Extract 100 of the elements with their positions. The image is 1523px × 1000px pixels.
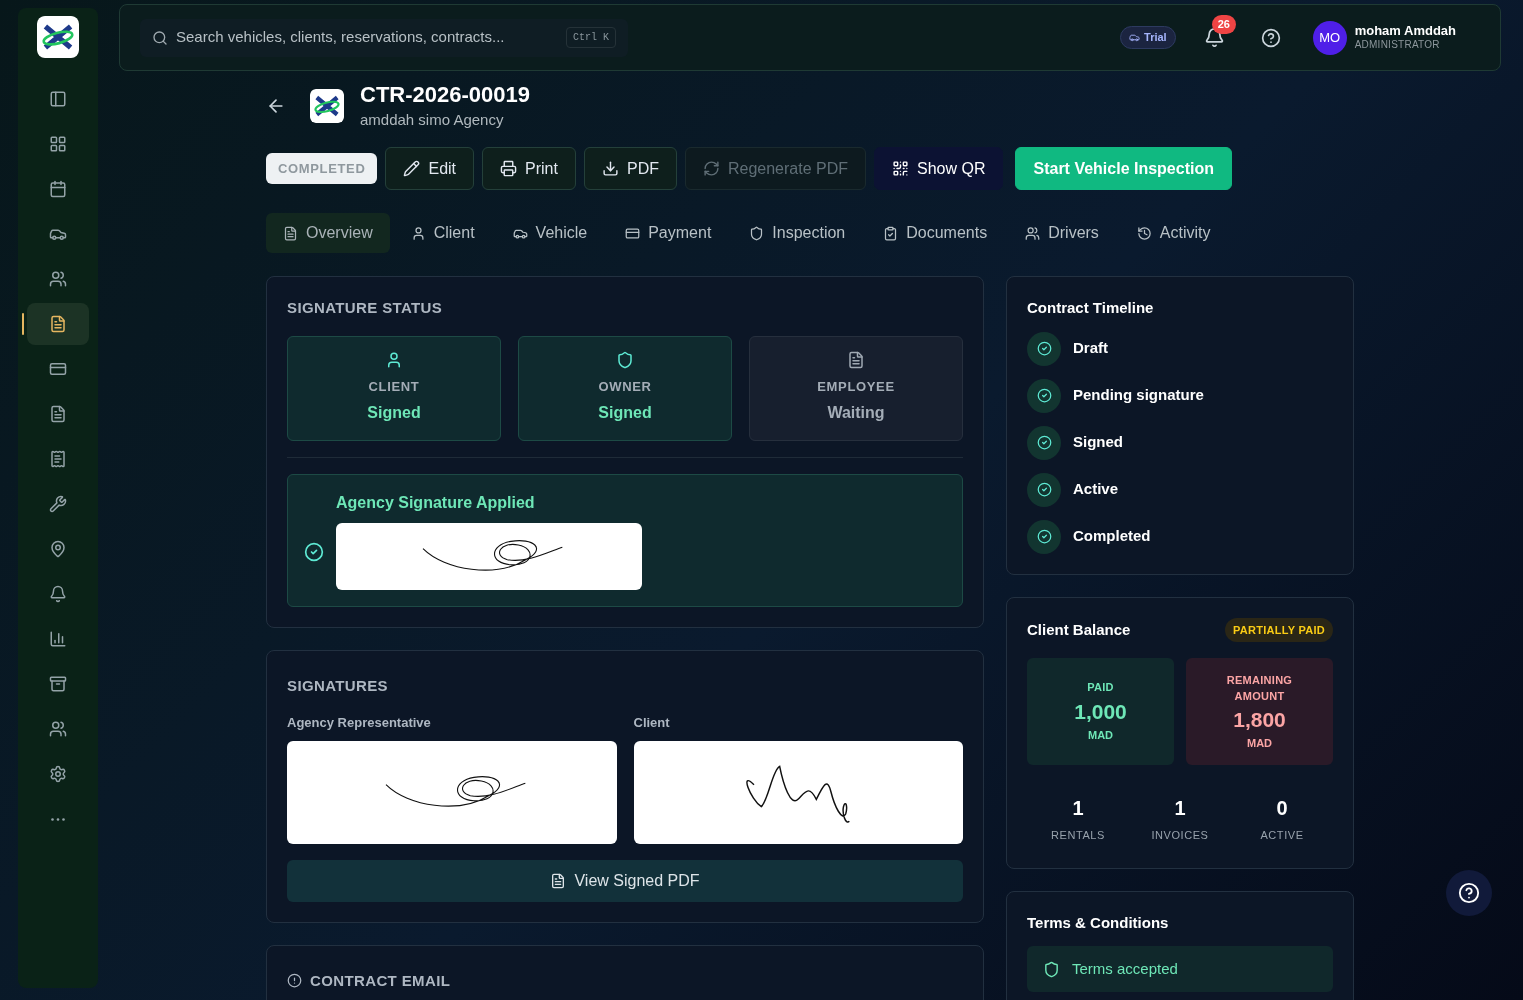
stat-value: 1 [1072, 796, 1084, 821]
refresh-icon [702, 160, 720, 177]
pencil-icon [403, 160, 421, 177]
search-field[interactable]: Search vehicles, clients, reservations, contracts... [176, 26, 558, 49]
check-icon [1036, 388, 1052, 403]
document-icon [49, 405, 67, 423]
party-role: OWNER [598, 378, 652, 397]
document-icon [550, 872, 567, 889]
plan-badge: Trial [1120, 26, 1176, 49]
terms-label: Terms accepted [1072, 958, 1178, 979]
help-button[interactable] [1446, 870, 1492, 916]
action-button[interactable]: Print [482, 147, 576, 190]
party-status: Signed [598, 402, 652, 423]
wrench-icon [49, 495, 67, 513]
step-label: Draft [1073, 338, 1108, 359]
step-label: Signed [1073, 432, 1123, 453]
card-icon [625, 225, 641, 241]
alert-icon [287, 973, 302, 989]
search-icon [152, 29, 168, 46]
tab[interactable]: Client [393, 213, 492, 253]
contract-number: CTR-2026-00019 [360, 81, 530, 109]
currency: MAD [1087, 728, 1114, 744]
help-icon [1260, 27, 1281, 48]
bell-icon [49, 585, 67, 603]
agency-name: amddah simo Agency [360, 109, 505, 130]
help-icon [1458, 882, 1480, 904]
settings-icon [49, 765, 67, 783]
card-title: Contract Timeline [1027, 298, 1155, 318]
tab[interactable]: Payment [608, 213, 729, 253]
action-button[interactable]: Show QR [874, 147, 1004, 190]
paid-label: PAID [1087, 680, 1114, 696]
section-title: SIGNATURES [287, 675, 389, 696]
signer-label: Client [633, 714, 671, 732]
check-icon [304, 542, 324, 562]
users-icon [49, 270, 67, 288]
document-icon [49, 315, 67, 333]
document-icon [283, 225, 298, 241]
users-icon [49, 720, 67, 738]
tab[interactable]: Activity [1119, 213, 1228, 253]
stat-value: 0 [1276, 796, 1288, 821]
check-icon [1036, 341, 1052, 356]
receipt-icon [49, 450, 67, 468]
stat-label: INVOICES [1151, 828, 1209, 843]
tab[interactable]: Inspection [732, 213, 863, 253]
qr-icon [892, 160, 909, 177]
user-icon [385, 351, 403, 370]
party-role: EMPLOYEE [817, 378, 895, 397]
stat-label: ACTIVE [1260, 828, 1304, 843]
card-title: Terms & Conditions [1027, 912, 1170, 933]
stat-label: RENTALS [1051, 828, 1105, 843]
archive-icon [49, 675, 67, 693]
users-icon [1025, 225, 1041, 241]
check-icon [1036, 529, 1052, 544]
more-icon [51, 817, 65, 821]
step-label: Completed [1073, 526, 1151, 547]
user-role: ADMINISTRATOR [1354, 39, 1441, 52]
remaining-label: REMAINING AMOUNT [1225, 672, 1294, 704]
shortcut-hint: Ctrl K [566, 27, 616, 48]
calendar-icon [49, 180, 67, 198]
car-icon [1129, 32, 1140, 43]
currency: MAD [1246, 736, 1273, 751]
party-status: Signed [367, 402, 421, 423]
remaining-amount: 1,800 [1233, 706, 1286, 733]
history-icon [1136, 225, 1152, 241]
step-label: Active [1073, 479, 1119, 500]
view-signed-pdf-button[interactable]: View Signed PDF [287, 859, 963, 902]
user-icon [410, 225, 426, 241]
panel-icon [49, 90, 67, 108]
shield-icon [1043, 960, 1060, 978]
document-icon [847, 351, 865, 370]
download-icon [601, 160, 619, 177]
action-button[interactable]: Edit [385, 147, 475, 190]
section-title: CONTRACT EMAIL [310, 970, 451, 991]
paid-amount: 1,000 [1074, 698, 1127, 725]
logo-icon [310, 89, 344, 123]
notification-count: 26 [1211, 15, 1236, 34]
action-button[interactable]: PDF [583, 147, 677, 190]
party-role: CLIENT [368, 378, 420, 397]
card-title: Client Balance [1027, 619, 1131, 640]
agency-signature-label: Agency Signature Applied [336, 492, 536, 513]
logo-icon [37, 16, 79, 58]
payment-status-badge: PARTIALLY PAID [1224, 617, 1333, 642]
tab[interactable]: Overview [266, 213, 390, 253]
tab[interactable]: Documents [866, 213, 1005, 253]
grid-icon [49, 135, 67, 153]
party-status: Waiting [827, 402, 885, 423]
notifications-button[interactable] [1203, 27, 1225, 48]
user-name: moham Amddah [1354, 23, 1456, 40]
help-button[interactable] [1260, 27, 1281, 48]
card-icon [49, 360, 67, 378]
check-icon [1036, 482, 1052, 497]
check-icon [1036, 435, 1052, 450]
stat-value: 1 [1174, 796, 1186, 821]
user-avatar[interactable]: MO [1312, 20, 1347, 55]
clipboard-icon [883, 225, 899, 241]
tab[interactable]: Vehicle [495, 213, 605, 253]
shield-icon [616, 351, 634, 370]
tab[interactable]: Drivers [1008, 213, 1116, 253]
chart-icon [49, 630, 67, 648]
search-bar[interactable]: Search vehicles, clients, reservations, contracts... Ctrl K [140, 18, 628, 57]
